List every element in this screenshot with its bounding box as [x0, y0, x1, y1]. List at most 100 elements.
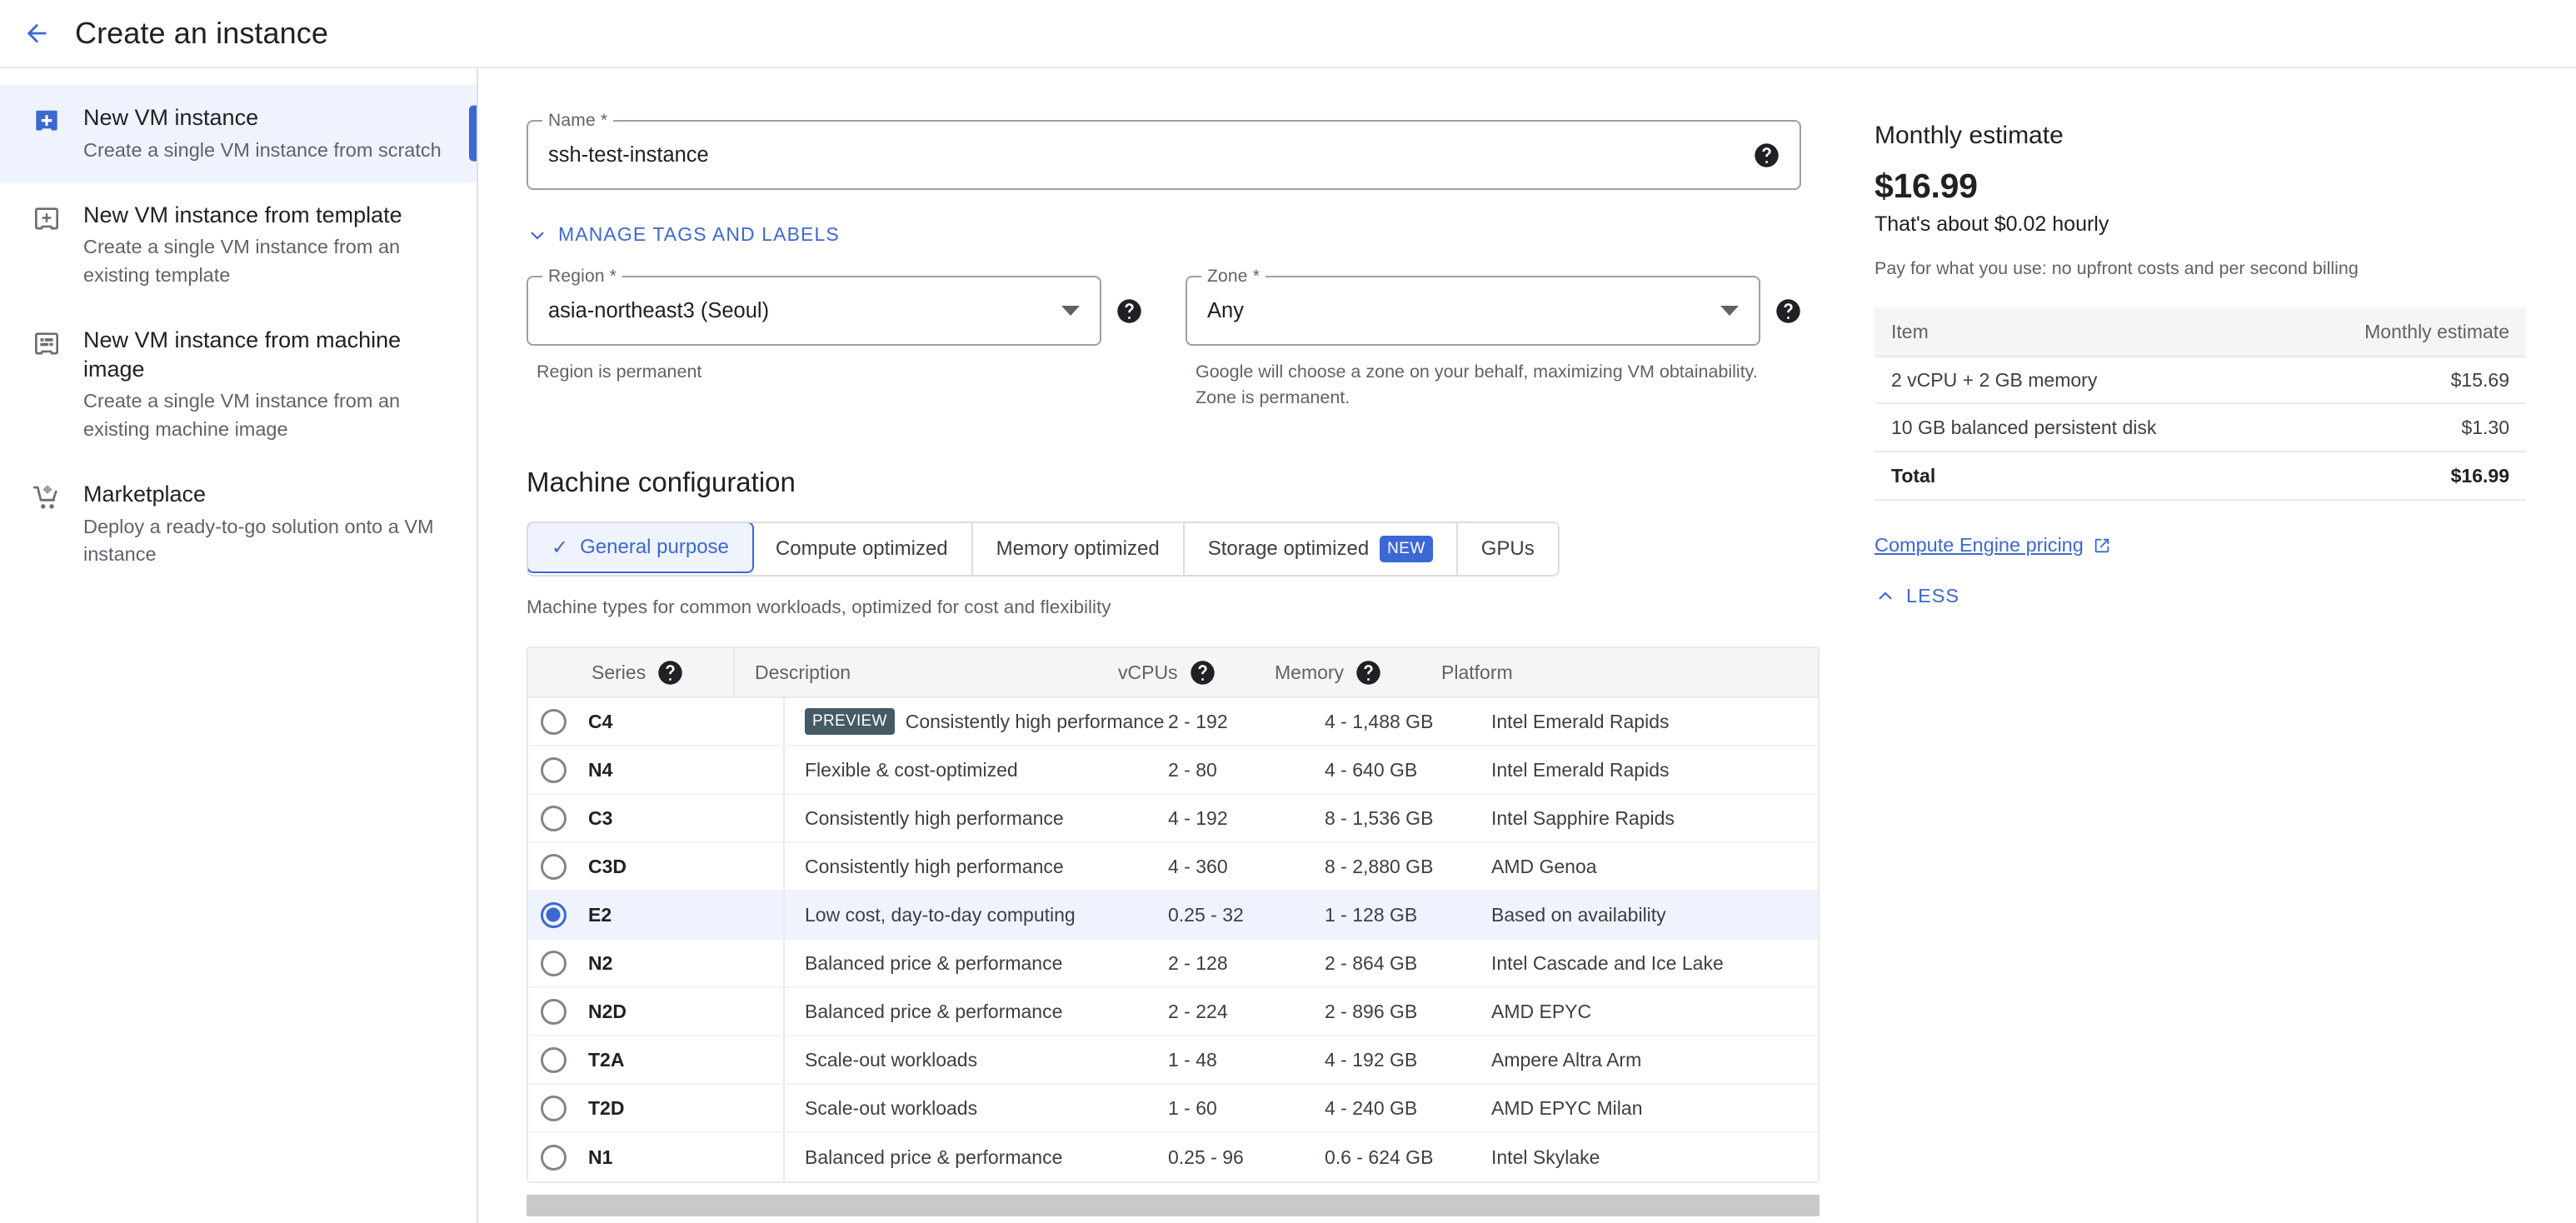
cell-memory: 4 - 192 GB [1325, 1048, 1418, 1071]
cell-memory: 2 - 896 GB [1325, 1000, 1418, 1022]
cell-series: N2D [578, 988, 785, 1036]
cell-vcpus: 4 - 192 [1168, 806, 1228, 829]
machine-image-icon [28, 326, 65, 362]
region-value: asia-northeast3 (Seoul) [548, 298, 770, 322]
sidebar-item-text: Marketplace Deploy a ready-to-go solutio… [83, 480, 448, 568]
region-select[interactable]: Region * asia-northeast3 (Seoul) [527, 267, 1101, 346]
column-label: Memory [1275, 661, 1345, 683]
cell-memory: 2 - 864 GB [1325, 951, 1418, 974]
tab-gpus[interactable]: GPUs [1457, 523, 1558, 576]
cell-platform: Intel Sapphire Rapids [1491, 806, 1675, 829]
compute-engine-pricing-link[interactable]: Compute Engine pricing [1875, 534, 2111, 557]
help-icon[interactable] [657, 660, 683, 686]
name-input[interactable]: ssh-test-instance [548, 143, 1754, 167]
table-row[interactable]: N2D Balanced price & performance 2 - 224… [528, 988, 1818, 1037]
table-row[interactable]: C4 PREVIEW Consistently high performance… [528, 698, 1818, 747]
series-radio[interactable] [528, 805, 578, 831]
chevron-down-icon[interactable] [1061, 306, 1080, 316]
back-button[interactable] [13, 10, 60, 57]
sidebar-item-text: New VM instance from machine image Creat… [83, 326, 448, 443]
table-row[interactable]: N2 Balanced price & performance 2 - 128 … [528, 940, 1818, 989]
cell-platform: AMD EPYC [1491, 1000, 1592, 1022]
cell-series: C4 [578, 698, 785, 746]
machine-series-table: Series Description vCPUs Memory Platform… [527, 646, 1820, 1184]
cell-description: Flexible & cost-optimized [805, 758, 1018, 781]
series-radio[interactable] [528, 708, 578, 735]
sidebar-item-desc: Deploy a ready-to-go solution onto a VM … [83, 515, 434, 565]
help-icon[interactable] [1190, 660, 1216, 686]
table-row[interactable]: T2A Scale-out workloads 1 - 48 4 - 192 G… [528, 1036, 1818, 1086]
help-icon[interactable] [1754, 142, 1780, 168]
table-row[interactable]: C3 Consistently high performance 4 - 192… [528, 795, 1818, 844]
cell-platform: Based on availability [1491, 903, 1666, 926]
cell-vcpus: 4 - 360 [1168, 855, 1228, 877]
column-label: vCPUs [1118, 661, 1178, 683]
cell-description: Balanced price & performance [805, 1000, 1063, 1022]
series-radio[interactable] [528, 1144, 578, 1171]
column-header-description: Description [755, 661, 851, 683]
region-column: Region * asia-northeast3 (Seoul) Region [527, 267, 1142, 410]
name-input-wrapper[interactable]: Name * ssh-test-instance [527, 111, 1801, 190]
table-row[interactable]: T2D Scale-out workloads 1 - 60 4 - 240 G… [528, 1085, 1818, 1134]
machine-family-hint: Machine types for common workloads, opti… [527, 597, 1111, 618]
cell-memory: 4 - 240 GB [1325, 1096, 1418, 1119]
sidebar-item-marketplace[interactable]: Marketplace Deploy a ready-to-go solutio… [0, 462, 477, 587]
help-icon[interactable] [1775, 298, 1801, 324]
description-text: Consistently high performance [905, 710, 1165, 732]
estimate-item-value: $15.69 [2450, 368, 2509, 391]
cell-vcpus: 1 - 60 [1168, 1096, 1217, 1119]
column-header-item: Item [1891, 320, 1929, 342]
estimate-total-value: $16.99 [2450, 464, 2509, 487]
series-radio[interactable] [528, 901, 578, 928]
table-row[interactable]: E2 Low cost, day-to-day computing 0.25 -… [528, 891, 1818, 941]
table-row[interactable]: N4 Flexible & cost-optimized 2 - 80 4 - … [528, 746, 1818, 796]
column-header-platform: Platform [1441, 661, 1513, 683]
series-radio[interactable] [528, 756, 578, 783]
name-label: Name * [542, 111, 614, 131]
series-radio[interactable] [528, 998, 578, 1025]
sidebar-item-new-vm-from-machine-image[interactable]: New VM instance from machine image Creat… [0, 307, 477, 462]
shopping-cart-icon [28, 480, 65, 517]
open-in-new-icon [2094, 538, 2109, 552]
cell-vcpus: 1 - 48 [1168, 1048, 1217, 1071]
machine-configuration-title: Machine configuration [527, 467, 796, 498]
estimate-row: 10 GB balanced persistent disk $1.30 [1875, 404, 2526, 452]
tab-compute-optimized[interactable]: Compute optimized [751, 523, 973, 576]
cell-memory: 8 - 2,880 GB [1325, 855, 1434, 877]
series-radio[interactable] [528, 853, 578, 880]
manage-tags-and-labels-link[interactable]: MANAGE TAGS AND LABELS [527, 223, 840, 246]
region-hint: Region is permanent [537, 362, 702, 382]
tab-label: GPUs [1480, 537, 1535, 561]
cell-platform: Intel Emerald Rapids [1491, 758, 1670, 781]
series-radio[interactable] [528, 1095, 578, 1121]
pricing-link-label: Compute Engine pricing [1875, 534, 2084, 556]
sidebar-item-text: New VM instance Create a single VM insta… [83, 103, 448, 164]
scrollbar-thumb[interactable] [527, 1195, 1820, 1217]
chevron-up-icon [1879, 591, 1892, 600]
table-horizontal-scrollbar[interactable] [527, 1195, 1820, 1217]
zone-select[interactable]: Zone * Any [1186, 267, 1760, 346]
tab-general-purpose[interactable]: ✓ General purpose [527, 523, 754, 574]
help-icon[interactable] [1355, 660, 1381, 686]
help-icon[interactable] [1116, 298, 1142, 324]
table-row[interactable]: C3D Consistently high performance 4 - 36… [528, 843, 1818, 892]
table-row[interactable]: N1 Balanced price & performance 0.25 - 9… [528, 1133, 1818, 1182]
cell-memory: 4 - 1,488 GB [1325, 710, 1434, 732]
series-radio[interactable] [528, 1046, 578, 1073]
series-radio[interactable] [528, 950, 578, 976]
zone-value: Any [1207, 298, 1244, 322]
chevron-down-icon[interactable] [1720, 306, 1739, 316]
column-header-vcpus: vCPUs [1118, 660, 1275, 686]
tab-memory-optimized[interactable]: Memory optimized [972, 523, 1185, 576]
check-icon: ✓ [552, 536, 569, 559]
cell-description: Consistently high performance [805, 806, 1064, 829]
column-header-monthly-estimate: Monthly estimate [2364, 320, 2509, 342]
less-toggle-link[interactable]: LESS [1875, 585, 1959, 607]
tab-label: Memory optimized [996, 537, 1160, 561]
less-label: LESS [1906, 585, 1960, 607]
column-header-memory: Memory [1275, 660, 1441, 686]
sidebar-item-desc: Create a single VM instance from an exis… [83, 236, 401, 286]
sidebar-item-new-vm-instance[interactable]: New VM instance Create a single VM insta… [0, 85, 477, 182]
tab-storage-optimized[interactable]: Storage optimized NEW [1184, 523, 1458, 576]
sidebar-item-new-vm-from-template[interactable]: New VM instance from template Create a s… [0, 182, 477, 307]
